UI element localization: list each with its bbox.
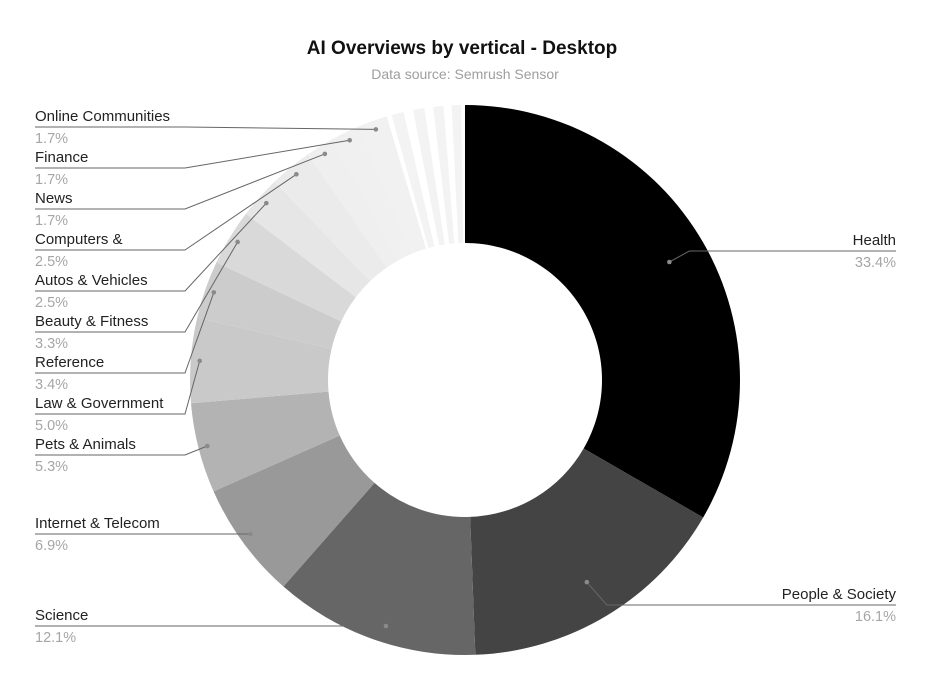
label-science: Science [35, 607, 88, 624]
value-pets-animals: 5.3% [35, 459, 68, 475]
leader-dot-autos-vehicles [264, 200, 269, 206]
value-internet-telecom: 6.9% [35, 538, 68, 554]
value-autos-vehicles: 2.5% [35, 295, 68, 311]
label-reference: Reference [35, 354, 104, 371]
leader-dot-law-government [197, 358, 202, 364]
leader-dot-internet-telecom [248, 531, 253, 537]
leader-dot-pets-animals [205, 443, 210, 449]
donut-chart: AI Overviews by vertical - Desktop Data … [35, 38, 897, 655]
donut-slices [190, 105, 740, 655]
chart-subtitle: Data source: Semrush Sensor [371, 66, 559, 82]
chart-title: AI Overviews by vertical - Desktop [307, 38, 617, 59]
leader-dot-online-communities [373, 127, 379, 132]
label-internet-telecom: Internet & Telecom [35, 515, 160, 532]
value-health: 33.4% [855, 255, 896, 271]
leader-dot-people-society [584, 579, 590, 585]
value-computers: 2.5% [35, 254, 68, 270]
value-science: 12.1% [35, 630, 76, 646]
label-health: Health [853, 232, 896, 249]
value-news: 1.7% [35, 213, 68, 229]
slice-health [465, 105, 740, 518]
value-beauty-fitness: 3.3% [35, 336, 68, 352]
leader-line-online-communities [35, 126, 376, 130]
label-law-government: Law & Government [35, 395, 164, 412]
label-computers: Computers & [35, 231, 123, 248]
leader-dot-finance [347, 137, 352, 143]
value-online-communities: 1.7% [35, 131, 68, 147]
leader-dot-computers [294, 171, 299, 177]
leader-dot-health [667, 259, 672, 265]
label-finance: Finance [35, 149, 88, 166]
leader-dot-beauty-fitness [235, 239, 240, 245]
label-autos-vehicles: Autos & Vehicles [35, 272, 148, 289]
leader-dot-news [322, 151, 328, 157]
label-online-communities: Online Communities [35, 108, 170, 125]
value-reference: 3.4% [35, 377, 68, 393]
label-people-society: People & Society [782, 586, 897, 603]
value-law-government: 5.0% [35, 418, 68, 434]
label-pets-animals: Pets & Animals [35, 436, 136, 453]
slice-unlabeled [451, 105, 464, 244]
leader-dot-reference [211, 290, 217, 295]
label-beauty-fitness: Beauty & Fitness [35, 313, 148, 330]
label-news: News [35, 190, 73, 207]
value-people-society: 16.1% [855, 609, 896, 625]
leader-dot-science [383, 623, 389, 629]
value-finance: 1.7% [35, 172, 68, 188]
